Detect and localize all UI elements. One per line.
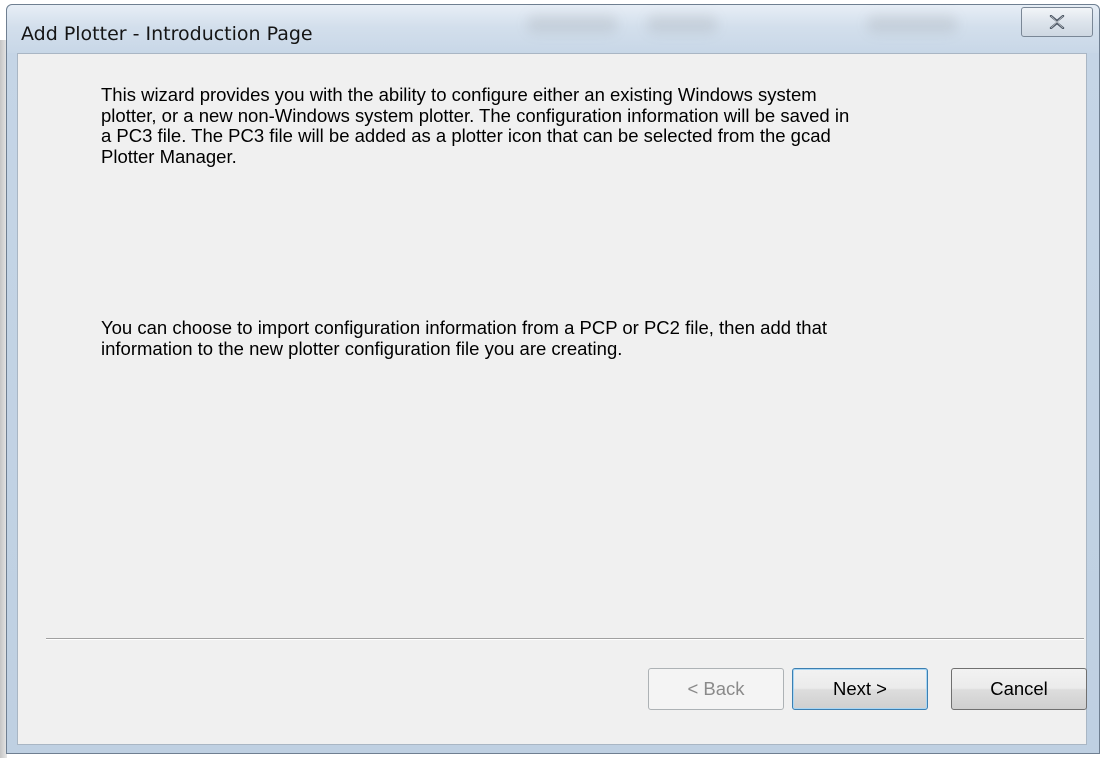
intro-paragraph: This wizard provides you with the abilit… [101,84,850,167]
titlebar-blur [647,15,717,33]
titlebar-blur [867,15,957,33]
close-icon [1049,15,1065,29]
titlebar-blur [527,15,617,33]
window-title: Add Plotter - Introduction Page [21,23,313,45]
next-button[interactable]: Next > [792,668,928,710]
title-bar[interactable]: Add Plotter - Introduction Page [7,5,1099,53]
wizard-window: Add Plotter - Introduction Page This wiz… [6,4,1100,754]
cancel-button[interactable]: Cancel [951,668,1087,710]
close-button[interactable] [1021,7,1093,37]
wizard-content: This wizard provides you with the abilit… [17,53,1087,745]
import-paragraph: You can choose to import configuration i… [101,317,828,359]
back-button[interactable]: < Back [648,668,784,710]
separator [46,638,1084,640]
